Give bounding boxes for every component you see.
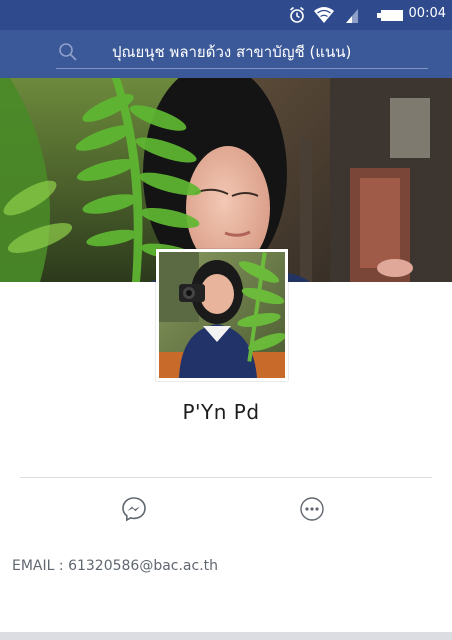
- profile-name: P'Yn Pd: [182, 400, 260, 424]
- divider: [20, 477, 432, 478]
- more-button[interactable]: [299, 496, 325, 522]
- status-bar: 00:04: [0, 0, 452, 30]
- search-icon[interactable]: [58, 42, 78, 62]
- search-header: ปุณยนุช พลายด้วง สาขาบัญชี (แนน): [0, 30, 452, 78]
- profile-photo-image: [159, 252, 285, 378]
- wifi-icon: [314, 7, 334, 23]
- profile-photo-frame[interactable]: [156, 249, 288, 381]
- message-button[interactable]: [121, 496, 147, 522]
- email-label: EMAIL: [12, 558, 55, 574]
- messenger-icon: [122, 497, 146, 522]
- email-separator: :: [54, 558, 69, 574]
- signal-icon: [346, 9, 358, 23]
- search-query[interactable]: ปุณยนุช พลายด้วง สาขาบัญชี (แนน): [112, 42, 351, 62]
- alarm-icon: [289, 6, 305, 23]
- profile-photo[interactable]: [159, 252, 285, 378]
- email-row: EMAIL : 61320586@bac.ac.th: [12, 556, 218, 576]
- search-bar[interactable]: ปุณยนุช พลายด้วง สาขาบัญชี (แนน): [56, 38, 428, 69]
- email-value[interactable]: 61320586@bac.ac.th: [68, 558, 218, 574]
- profile-screen: 00:04 ปุณยนุช พลายด้วง สาขาบัญชี (แนน) P…: [0, 0, 452, 640]
- bottom-strip: [0, 632, 452, 640]
- status-time: 00:04: [408, 6, 446, 21]
- battery-icon: [377, 10, 403, 21]
- more-icon: [300, 497, 324, 521]
